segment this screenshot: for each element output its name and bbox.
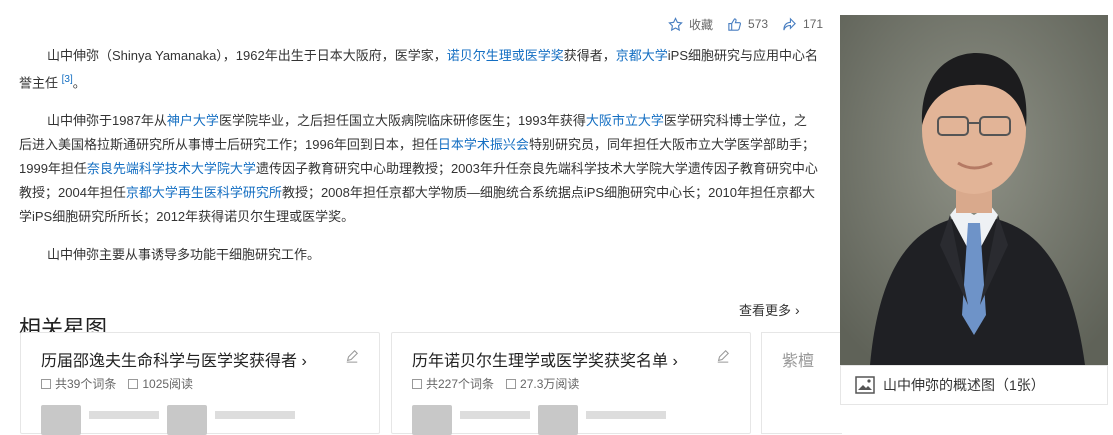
card-thumbnails bbox=[412, 405, 666, 435]
link-naist[interactable]: 奈良先端科学技术大学院大学 bbox=[87, 161, 256, 176]
thumbnail[interactable] bbox=[538, 405, 578, 435]
research-paragraph: 山中伸弥主要从事诱导多功能干细胞研究工作。 bbox=[47, 247, 321, 263]
term-count: 共39个词条 bbox=[41, 375, 116, 392]
card-meta: 共39个词条 1025阅读 bbox=[41, 375, 205, 392]
book-icon bbox=[128, 378, 139, 389]
link-jsps[interactable]: 日本学术振兴会 bbox=[438, 137, 529, 152]
career-paragraph: 山中伸弥于1987年从神户大学医学院毕业，之后担任国立大阪病院临床研修医生；19… bbox=[19, 109, 819, 229]
edit-icon[interactable] bbox=[716, 349, 730, 363]
chevron-right-icon: › bbox=[795, 301, 800, 318]
card-title: 历届邵逸夫生命科学与医学奖获得者 › bbox=[41, 353, 307, 370]
text-span: 山中伸弥于1987年从 bbox=[47, 113, 167, 129]
link-nobel-prize[interactable]: 诺贝尔生理或医学奖 bbox=[447, 48, 564, 63]
link-kyoto-university[interactable]: 京都大学 bbox=[616, 48, 668, 63]
collect-label: 收藏 bbox=[689, 17, 714, 32]
thumbs-up-icon bbox=[728, 17, 742, 31]
view-more-link[interactable]: 查看更多 › bbox=[739, 300, 800, 319]
read-count: 1025阅读 bbox=[128, 375, 193, 392]
photo-caption[interactable]: 山中伸弥的概述图（1张） bbox=[840, 365, 1108, 405]
star-map-card-partial[interactable]: 紫檀 bbox=[761, 332, 842, 434]
text-span: 。 bbox=[72, 75, 86, 91]
thumbnail[interactable] bbox=[412, 405, 452, 435]
list-icon bbox=[41, 378, 51, 389]
card-title: 历年诺贝尔生理学或医学奖获奖名单 › bbox=[412, 353, 678, 370]
link-kobe-university[interactable]: 神户大学 bbox=[167, 113, 219, 128]
thumbnail[interactable] bbox=[41, 405, 81, 435]
image-gallery-icon bbox=[855, 376, 875, 394]
portrait-photo[interactable] bbox=[840, 15, 1108, 365]
term-count: 共227个词条 bbox=[412, 375, 494, 392]
reference-3[interactable]: [3] bbox=[62, 74, 73, 85]
portrait-illustration bbox=[840, 15, 1108, 365]
text-span: 获得者， bbox=[563, 48, 616, 63]
photo-caption-text: 山中伸弥的概述图（1张） bbox=[883, 377, 1045, 393]
card-title: 紫檀 bbox=[782, 353, 815, 370]
link-osaka-city-university[interactable]: 大阪市立大学 bbox=[586, 113, 664, 128]
list-icon bbox=[412, 378, 422, 389]
star-map-card[interactable]: 历届邵逸夫生命科学与医学奖获得者 › 共39个词条 1025阅读 bbox=[20, 332, 380, 435]
thumbnail-label bbox=[215, 411, 295, 419]
like-button[interactable]: 573 bbox=[727, 17, 768, 32]
read-count: 27.3万阅读 bbox=[506, 375, 579, 392]
book-icon bbox=[506, 378, 517, 389]
text-span: 山中伸弥（Shinya Yamanaka），1962年出生于日本大阪府，医学家， bbox=[47, 48, 447, 63]
toolbar: 收藏 573 171 bbox=[668, 10, 837, 38]
card-meta: 共227个词条 27.3万阅读 bbox=[412, 375, 591, 392]
collect-button[interactable]: 收藏 bbox=[668, 16, 713, 33]
star-icon bbox=[668, 16, 683, 31]
view-more-label: 查看更多 bbox=[739, 303, 792, 318]
like-count: 573 bbox=[748, 17, 769, 31]
text-span: 医学院毕业，之后担任国立大阪病院临床研修医生；1993年获得 bbox=[218, 113, 586, 129]
edit-icon[interactable] bbox=[345, 349, 359, 363]
star-map-card[interactable]: 历年诺贝尔生理学或医学奖获奖名单 › 共227个词条 27.3万阅读 bbox=[391, 332, 751, 435]
thumbnail[interactable] bbox=[167, 405, 207, 435]
thumbnail-label bbox=[460, 411, 530, 419]
thumbnail-label bbox=[586, 411, 666, 419]
intro-paragraph: 山中伸弥（Shinya Yamanaka），1962年出生于日本大阪府，医学家，… bbox=[19, 44, 819, 95]
share-count: 171 bbox=[803, 17, 824, 31]
card-thumbnails bbox=[41, 405, 295, 435]
share-button[interactable]: 171 bbox=[782, 17, 823, 32]
article-body: 山中伸弥（Shinya Yamanaka），1962年出生于日本大阪府，医学家，… bbox=[19, 44, 819, 281]
thumbnail-label bbox=[89, 411, 159, 419]
share-icon bbox=[783, 17, 796, 30]
link-kyoto-regen-institute[interactable]: 京都大学再生医科学研究所 bbox=[126, 185, 282, 200]
